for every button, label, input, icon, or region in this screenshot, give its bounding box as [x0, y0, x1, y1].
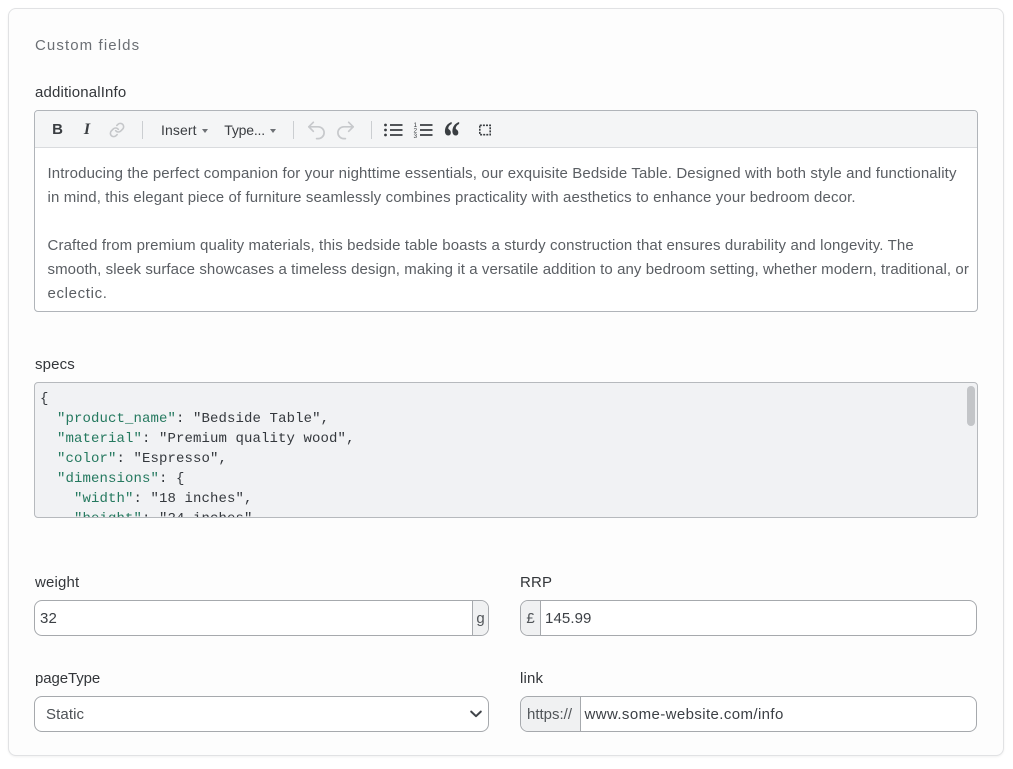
svg-text:3: 3 — [413, 133, 417, 140]
